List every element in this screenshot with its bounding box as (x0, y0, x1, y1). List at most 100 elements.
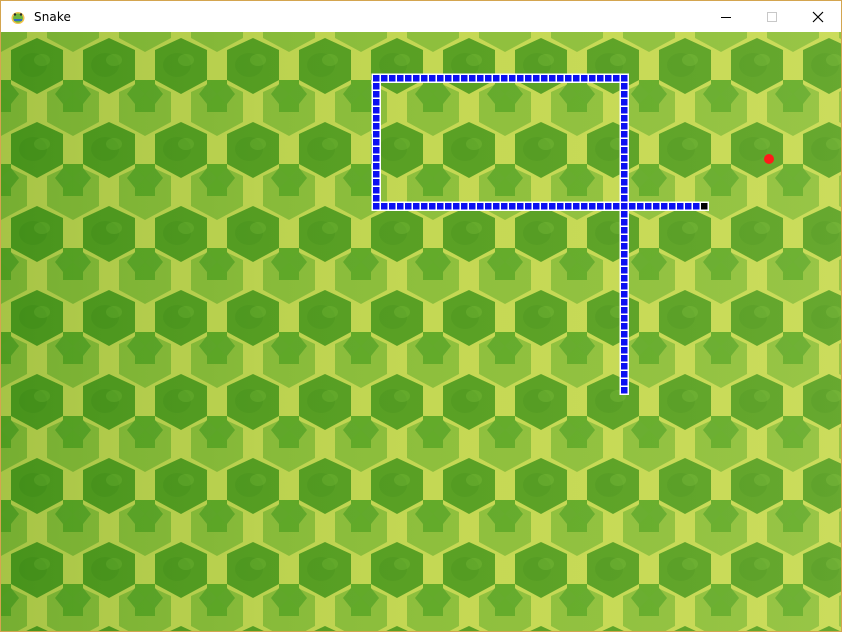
snake-segment (539, 201, 549, 211)
snake-segment (395, 73, 405, 83)
snake-segment (619, 241, 629, 251)
snake-segment (619, 201, 629, 211)
snake-segment (603, 73, 613, 83)
snake-segment (379, 201, 389, 211)
snake-segment (619, 273, 629, 283)
snake-segment (619, 329, 629, 339)
snake-segment (403, 201, 413, 211)
snake-segment (611, 201, 621, 211)
snake-segment (595, 73, 605, 83)
snake-segment (619, 257, 629, 267)
snake-segment (619, 177, 629, 187)
snake-segment (587, 201, 597, 211)
snake-segment (619, 265, 629, 275)
snake-segment (619, 305, 629, 315)
snake-segment (427, 73, 437, 83)
snake-segment (619, 153, 629, 163)
snake-segment (371, 193, 381, 203)
snake-segment (619, 121, 629, 131)
snake-segment (387, 201, 397, 211)
snake-segment (515, 73, 525, 83)
snake-segment (371, 121, 381, 131)
snake-segment (651, 201, 661, 211)
snake-segment (667, 201, 677, 211)
snake-segment (619, 129, 629, 139)
snake-segment (371, 177, 381, 187)
snake-segment (467, 201, 477, 211)
snake-segment (563, 201, 573, 211)
maximize-button[interactable] (749, 1, 795, 32)
snake-segment (427, 201, 437, 211)
snake-segment (387, 73, 397, 83)
snake-segment (483, 73, 493, 83)
snake-segment (659, 201, 669, 211)
snake-segment (419, 73, 429, 83)
close-button[interactable] (795, 1, 841, 32)
snake-segment (531, 73, 541, 83)
snake-segment (539, 73, 549, 83)
snake-segment (547, 73, 557, 83)
snake-segment (619, 369, 629, 379)
snake-segment (619, 209, 629, 219)
snake-segment (435, 73, 445, 83)
minimize-icon (720, 11, 732, 23)
snake-segment (371, 145, 381, 155)
snake-segment (379, 73, 389, 83)
snake-segment (619, 361, 629, 371)
snake-segment (603, 201, 613, 211)
snake-segment (619, 89, 629, 99)
snake-segment (475, 201, 485, 211)
snake-segment (619, 217, 629, 227)
snake-segment (619, 225, 629, 235)
snake-segment (499, 201, 509, 211)
snake-segment (635, 201, 645, 211)
snake-segment (563, 73, 573, 83)
snake-segment (571, 73, 581, 83)
snake-segment (371, 89, 381, 99)
snake-segment (555, 73, 565, 83)
close-icon (812, 11, 824, 23)
snake-segment (619, 73, 629, 83)
snake-segment (619, 113, 629, 123)
game-board[interactable] (1, 32, 841, 631)
snake-segment (683, 201, 693, 211)
snake-segment (547, 201, 557, 211)
snake-segment (531, 201, 541, 211)
food-layer (764, 154, 774, 164)
snake-segment (451, 73, 461, 83)
snake-segment (419, 201, 429, 211)
snake-segment (675, 201, 685, 211)
snake-segment (627, 201, 637, 211)
snake-segment (619, 345, 629, 355)
snake-segment (475, 73, 485, 83)
snake-segment (483, 201, 493, 211)
snake-segment (467, 73, 477, 83)
snake-segment (523, 73, 533, 83)
snake-segment (619, 353, 629, 363)
snake-segment (619, 313, 629, 323)
snake-segment (619, 289, 629, 299)
snake-segment (443, 73, 453, 83)
snake-segment (619, 249, 629, 259)
snake-segment (507, 73, 517, 83)
snake-segment (523, 201, 533, 211)
snake-window: Snake (0, 0, 842, 632)
snake-segment (619, 145, 629, 155)
snake-segment (499, 73, 509, 83)
snake-segment (411, 201, 421, 211)
snake-segment (371, 81, 381, 91)
snake-segment (451, 201, 461, 211)
snake-segment (619, 337, 629, 347)
food-apple (764, 154, 774, 164)
title-bar[interactable]: Snake (1, 1, 841, 32)
snake-segment (619, 233, 629, 243)
background-shading (1, 32, 841, 631)
snake-segment (619, 97, 629, 107)
snake-segment (619, 385, 629, 395)
minimize-button[interactable] (703, 1, 749, 32)
snake-segment (371, 137, 381, 147)
snake-segment (555, 201, 565, 211)
snake-segment (371, 201, 381, 211)
snake-segment (691, 201, 701, 211)
window-controls (703, 1, 841, 32)
